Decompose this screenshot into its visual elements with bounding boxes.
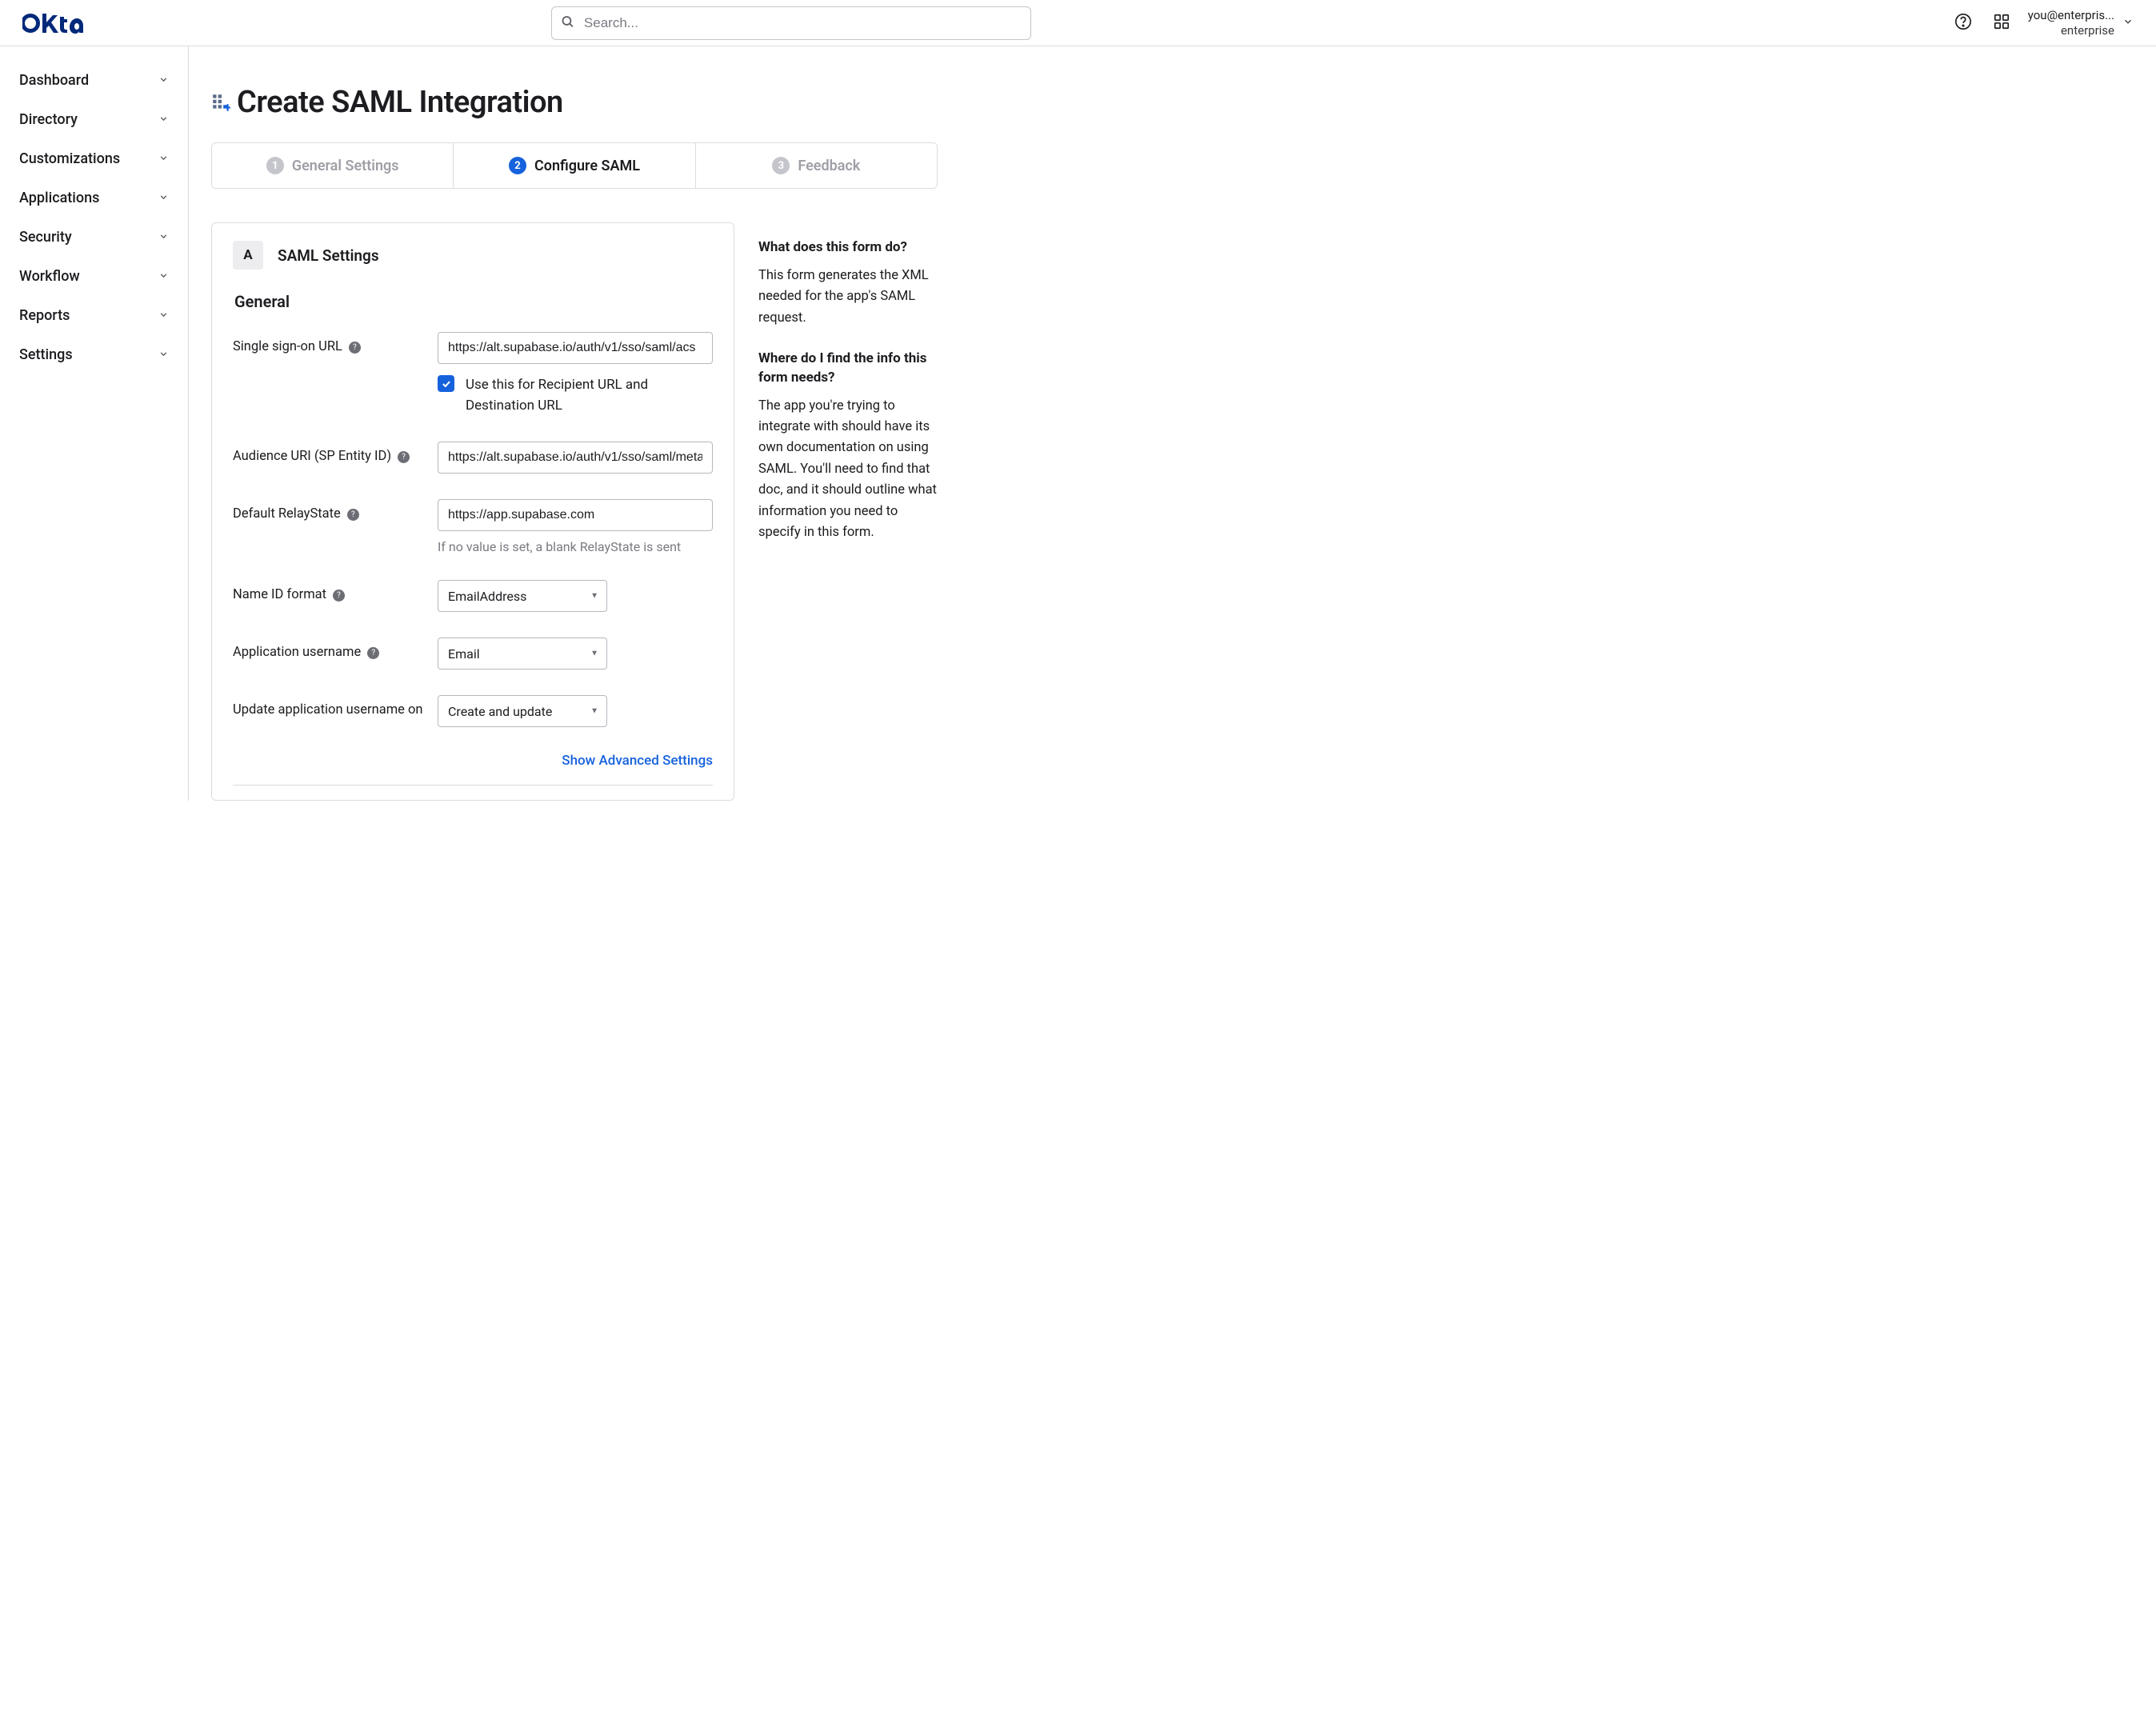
page-title: Create SAML Integration [237, 85, 563, 120]
relaystate-hint: If no value is set, a blank RelayState i… [438, 539, 713, 554]
tab-label: Configure SAML [534, 158, 640, 174]
recipient-url-checkbox[interactable] [438, 375, 454, 392]
help-tooltip-icon[interactable]: ? [367, 647, 379, 659]
user-org: enterprise [2028, 23, 2114, 38]
select-value: Create and update [448, 704, 552, 719]
tab-label: Feedback [798, 158, 860, 174]
tab-label: General Settings [292, 158, 399, 174]
sidebar-item-applications[interactable]: Applications [11, 178, 177, 218]
divider [233, 785, 713, 786]
tab-feedback[interactable]: 3 Feedback [695, 143, 937, 188]
sidebar-item-dashboard[interactable]: Dashboard [11, 61, 177, 100]
sidebar-item-label: Settings [19, 346, 73, 363]
top-bar: you@enterpris... enterprise [0, 0, 2156, 46]
okta-logo [22, 12, 83, 34]
help-tooltip-icon[interactable]: ? [333, 590, 345, 602]
chevron-down-icon [158, 111, 169, 128]
caret-down-icon: ▼ [590, 592, 598, 601]
sidebar-item-directory[interactable]: Directory [11, 100, 177, 139]
user-email: you@enterpris... [2028, 8, 2114, 23]
select-value: EmailAddress [448, 589, 526, 604]
help-tooltip-icon[interactable]: ? [349, 342, 361, 354]
app-username-select[interactable]: Email ▼ [438, 638, 607, 670]
chevron-down-icon [158, 268, 169, 285]
sidebar: Dashboard Directory Customizations Appli… [0, 46, 189, 801]
section-title: SAML Settings [278, 246, 379, 265]
tab-configure-saml[interactable]: 2 Configure SAML [453, 143, 694, 188]
chevron-down-icon [158, 190, 169, 206]
sidebar-item-reports[interactable]: Reports [11, 296, 177, 335]
sso-url-input[interactable] [438, 332, 713, 364]
update-username-label: Update application username on [233, 695, 438, 727]
sidebar-item-label: Customizations [19, 150, 120, 167]
select-value: Email [448, 646, 480, 662]
caret-down-icon: ▼ [590, 650, 598, 658]
help-tooltip-icon[interactable]: ? [347, 509, 359, 521]
chevron-down-icon [158, 307, 169, 324]
help-text: This form generates the XML needed for t… [758, 266, 939, 329]
chevron-down-icon [158, 346, 169, 363]
subsection-title: General [234, 292, 713, 311]
sidebar-item-workflow[interactable]: Workflow [11, 257, 177, 296]
step-number: 1 [266, 157, 284, 174]
chevron-down-icon [2122, 15, 2134, 30]
sidebar-item-label: Applications [19, 190, 99, 206]
show-advanced-settings-link[interactable]: Show Advanced Settings [562, 753, 713, 769]
update-username-select[interactable]: Create and update ▼ [438, 695, 607, 727]
section-badge: A [233, 241, 263, 270]
help-heading: What does this form do? [758, 238, 939, 258]
sidebar-item-settings[interactable]: Settings [11, 335, 177, 374]
chevron-down-icon [158, 72, 169, 89]
relaystate-input[interactable] [438, 499, 713, 531]
help-icon[interactable] [1951, 10, 1975, 36]
help-text: The app you're trying to integrate with … [758, 396, 939, 544]
saml-settings-card: A SAML Settings General Single sign-on U… [211, 222, 734, 801]
sidebar-item-label: Dashboard [19, 72, 89, 89]
relaystate-label: Default RelayState ? [233, 499, 438, 554]
sidebar-item-customizations[interactable]: Customizations [11, 139, 177, 178]
step-number: 3 [772, 157, 790, 174]
apps-grid-icon[interactable] [1990, 10, 2014, 36]
nameid-format-label: Name ID format ? [233, 580, 438, 612]
sidebar-item-label: Workflow [19, 268, 80, 285]
sidebar-item-label: Reports [19, 307, 70, 324]
app-username-label: Application username ? [233, 638, 438, 670]
nameid-format-select[interactable]: EmailAddress ▼ [438, 580, 607, 612]
tab-general-settings[interactable]: 1 General Settings [212, 143, 453, 188]
search-icon [561, 14, 574, 31]
sso-url-label: Single sign-on URL ? [233, 332, 438, 416]
audience-uri-input[interactable] [438, 442, 713, 474]
help-panel: What does this form do? This form genera… [758, 222, 939, 564]
step-tabs: 1 General Settings 2 Configure SAML 3 Fe… [211, 142, 938, 189]
main-content: Create SAML Integration 1 General Settin… [189, 46, 2156, 801]
sidebar-item-label: Security [19, 229, 72, 246]
recipient-url-checkbox-label: Use this for Recipient URL and Destinati… [466, 375, 713, 416]
audience-uri-label: Audience URI (SP Entity ID) ? [233, 442, 438, 474]
chevron-down-icon [158, 229, 169, 246]
sidebar-item-security[interactable]: Security [11, 218, 177, 257]
search-wrapper [551, 6, 1031, 40]
chevron-down-icon [158, 150, 169, 167]
help-heading: Where do I find the info this form needs… [758, 350, 939, 388]
step-number: 2 [509, 157, 526, 174]
help-tooltip-icon[interactable]: ? [398, 451, 410, 463]
caret-down-icon: ▼ [590, 707, 598, 716]
integration-icon [211, 92, 232, 113]
sidebar-item-label: Directory [19, 111, 78, 128]
search-input[interactable] [551, 6, 1031, 40]
top-right: you@enterpris... enterprise [1951, 8, 2134, 38]
user-menu[interactable]: you@enterpris... enterprise [2028, 8, 2134, 38]
